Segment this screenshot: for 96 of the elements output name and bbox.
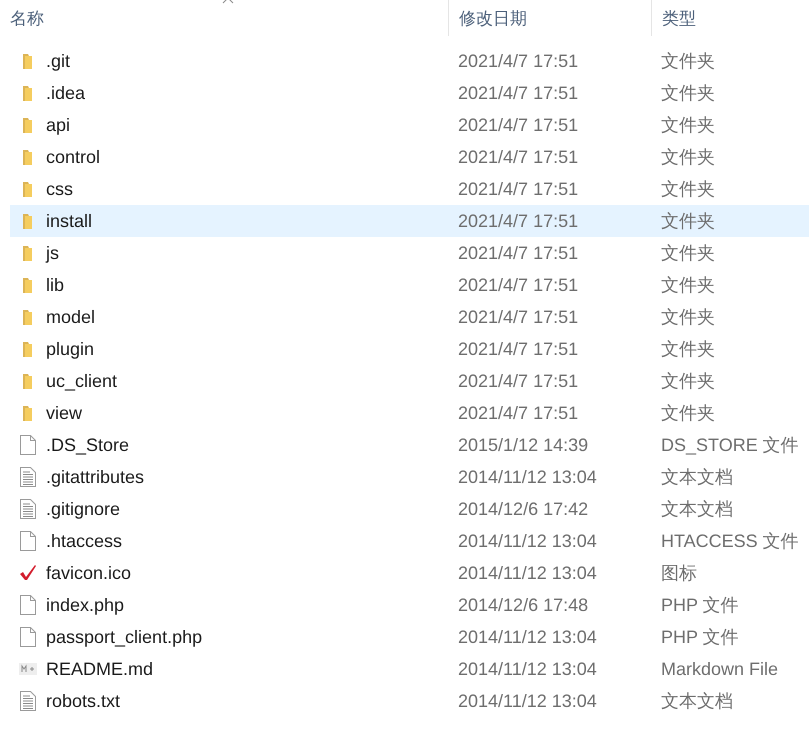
file-name: index.php bbox=[46, 594, 124, 616]
blank-file-icon bbox=[19, 434, 37, 456]
modified-date: 2014/12/6 17:42 bbox=[457, 498, 590, 520]
file-name: robots.txt bbox=[46, 690, 120, 712]
file-name: css bbox=[46, 178, 73, 200]
file-name: .git bbox=[46, 50, 70, 72]
file-type: 文件夹 bbox=[660, 82, 716, 105]
file-row[interactable]: uc_client 2021/4/7 17:51 文件夹 bbox=[10, 365, 809, 397]
modified-date: 2021/4/7 17:51 bbox=[457, 242, 580, 264]
file-type: 文本文档 bbox=[660, 466, 734, 489]
file-name: control bbox=[46, 146, 100, 168]
modified-date: 2021/4/7 17:51 bbox=[457, 402, 580, 424]
file-row[interactable]: model 2021/4/7 17:51 文件夹 bbox=[10, 301, 809, 333]
file-row[interactable]: .git 2021/4/7 17:51 文件夹 bbox=[10, 45, 809, 77]
modified-date: 2014/11/12 13:04 bbox=[457, 626, 598, 648]
modified-date: 2021/4/7 17:51 bbox=[457, 50, 580, 72]
file-type: 文件夹 bbox=[660, 338, 716, 361]
file-type: 文件夹 bbox=[660, 274, 716, 297]
file-name: passport_client.php bbox=[46, 626, 202, 648]
modified-date: 2021/4/7 17:51 bbox=[457, 338, 580, 360]
modified-date: 2014/11/12 13:04 bbox=[457, 466, 598, 488]
file-row[interactable]: .gitignore 2014/12/6 17:42 文本文档 bbox=[10, 493, 809, 525]
file-row[interactable]: view 2021/4/7 17:51 文件夹 bbox=[10, 397, 809, 429]
file-type: 文本文档 bbox=[660, 690, 734, 713]
file-row[interactable]: css 2021/4/7 17:51 文件夹 bbox=[10, 173, 809, 205]
modified-date: 2021/4/7 17:51 bbox=[457, 114, 580, 136]
file-row[interactable]: robots.txt 2014/11/12 13:04 文本文档 bbox=[10, 685, 809, 717]
file-row[interactable]: .gitattributes 2014/11/12 13:04 文本文档 bbox=[10, 461, 809, 493]
file-type: Markdown File bbox=[660, 658, 780, 680]
file-row[interactable]: .DS_Store 2015/1/12 14:39 DS_STORE 文件 bbox=[10, 429, 809, 461]
modified-date: 2021/4/7 17:51 bbox=[457, 370, 580, 392]
column-header[interactable]: 名称 bbox=[10, 6, 44, 30]
file-row[interactable]: plugin 2021/4/7 17:51 文件夹 bbox=[10, 333, 809, 365]
modified-date: 2014/12/6 17:48 bbox=[457, 594, 590, 616]
file-type: 文件夹 bbox=[660, 114, 716, 137]
modified-date: 2014/11/12 13:04 bbox=[457, 690, 598, 712]
file-row[interactable]: passport_client.php 2014/11/12 13:04 PHP 文件 bbox=[10, 621, 809, 653]
file-type: 文件夹 bbox=[660, 242, 716, 265]
file-name: view bbox=[46, 402, 82, 424]
file-name: plugin bbox=[46, 338, 94, 360]
file-type: HTACCESS 文件 bbox=[660, 530, 800, 553]
file-name: README.md bbox=[46, 658, 154, 680]
text-file-icon bbox=[19, 498, 37, 520]
file-row[interactable]: control 2021/4/7 17:51 文件夹 bbox=[10, 141, 809, 173]
blank-file-icon bbox=[19, 626, 37, 648]
file-name: js bbox=[46, 242, 59, 264]
file-type: PHP 文件 bbox=[660, 626, 740, 649]
file-row[interactable]: .htaccess 2014/11/12 13:04 HTACCESS 文件 bbox=[10, 525, 809, 557]
modified-date: 2021/4/7 17:51 bbox=[457, 306, 580, 328]
modified-date: 2014/11/12 13:04 bbox=[457, 658, 598, 680]
file-type: 文件夹 bbox=[660, 50, 716, 73]
text-file-icon bbox=[19, 466, 37, 488]
modified-date: 2015/1/12 14:39 bbox=[457, 434, 590, 456]
modified-date: 2014/11/12 13:04 bbox=[457, 562, 598, 584]
markdown-icon bbox=[19, 663, 37, 675]
file-name: model bbox=[46, 306, 96, 328]
file-row[interactable]: js 2021/4/7 17:51 文件夹 bbox=[10, 237, 809, 269]
file-row[interactable]: favicon.ico 2014/11/12 13:04 图标 bbox=[10, 557, 809, 589]
file-name: favicon.ico bbox=[46, 562, 132, 584]
file-type: 文件夹 bbox=[660, 146, 716, 169]
file-row[interactable]: lib 2021/4/7 17:51 文件夹 bbox=[10, 269, 809, 301]
modified-date: 2014/11/12 13:04 bbox=[457, 530, 598, 552]
blank-file-icon bbox=[19, 530, 37, 552]
modified-date: 2021/4/7 17:51 bbox=[457, 82, 580, 104]
modified-date: 2021/4/7 17:51 bbox=[457, 210, 580, 232]
file-row[interactable]: install 2021/4/7 17:51 文件夹 bbox=[10, 205, 809, 237]
file-name: .idea bbox=[46, 82, 86, 104]
file-type: 文件夹 bbox=[660, 178, 716, 201]
file-name: api bbox=[46, 114, 70, 136]
file-type: PHP 文件 bbox=[660, 594, 740, 617]
file-type: DS_STORE 文件 bbox=[660, 434, 800, 457]
text-file-icon bbox=[19, 690, 37, 712]
file-type: 图标 bbox=[660, 562, 698, 585]
file-type: 文本文档 bbox=[660, 498, 734, 521]
file-name: install bbox=[46, 210, 92, 232]
file-name: .gitattributes bbox=[46, 466, 144, 488]
file-name: uc_client bbox=[46, 370, 118, 392]
file-row[interactable]: .idea 2021/4/7 17:51 文件夹 bbox=[10, 77, 809, 109]
file-type: 文件夹 bbox=[660, 210, 716, 233]
file-type: 文件夹 bbox=[660, 306, 716, 329]
file-row[interactable]: api 2021/4/7 17:51 文件夹 bbox=[10, 109, 809, 141]
column-header[interactable]: 修改日期 bbox=[459, 6, 527, 30]
file-type: 文件夹 bbox=[660, 402, 716, 425]
blank-file-icon bbox=[19, 594, 37, 616]
file-row[interactable]: README.md 2014/11/12 13:04 Markdown File bbox=[10, 653, 809, 685]
file-name: .DS_Store bbox=[46, 434, 130, 456]
checkmark-icon bbox=[19, 564, 37, 582]
modified-date: 2021/4/7 17:51 bbox=[457, 178, 580, 200]
file-name: lib bbox=[46, 274, 64, 296]
file-row[interactable]: index.php 2014/12/6 17:48 PHP 文件 bbox=[10, 589, 809, 621]
file-name: .gitignore bbox=[46, 498, 120, 520]
modified-date: 2021/4/7 17:51 bbox=[457, 274, 580, 296]
column-header[interactable]: 类型 bbox=[662, 6, 696, 30]
file-type: 文件夹 bbox=[660, 370, 716, 393]
file-name: .htaccess bbox=[46, 530, 122, 552]
modified-date: 2021/4/7 17:51 bbox=[457, 146, 580, 168]
